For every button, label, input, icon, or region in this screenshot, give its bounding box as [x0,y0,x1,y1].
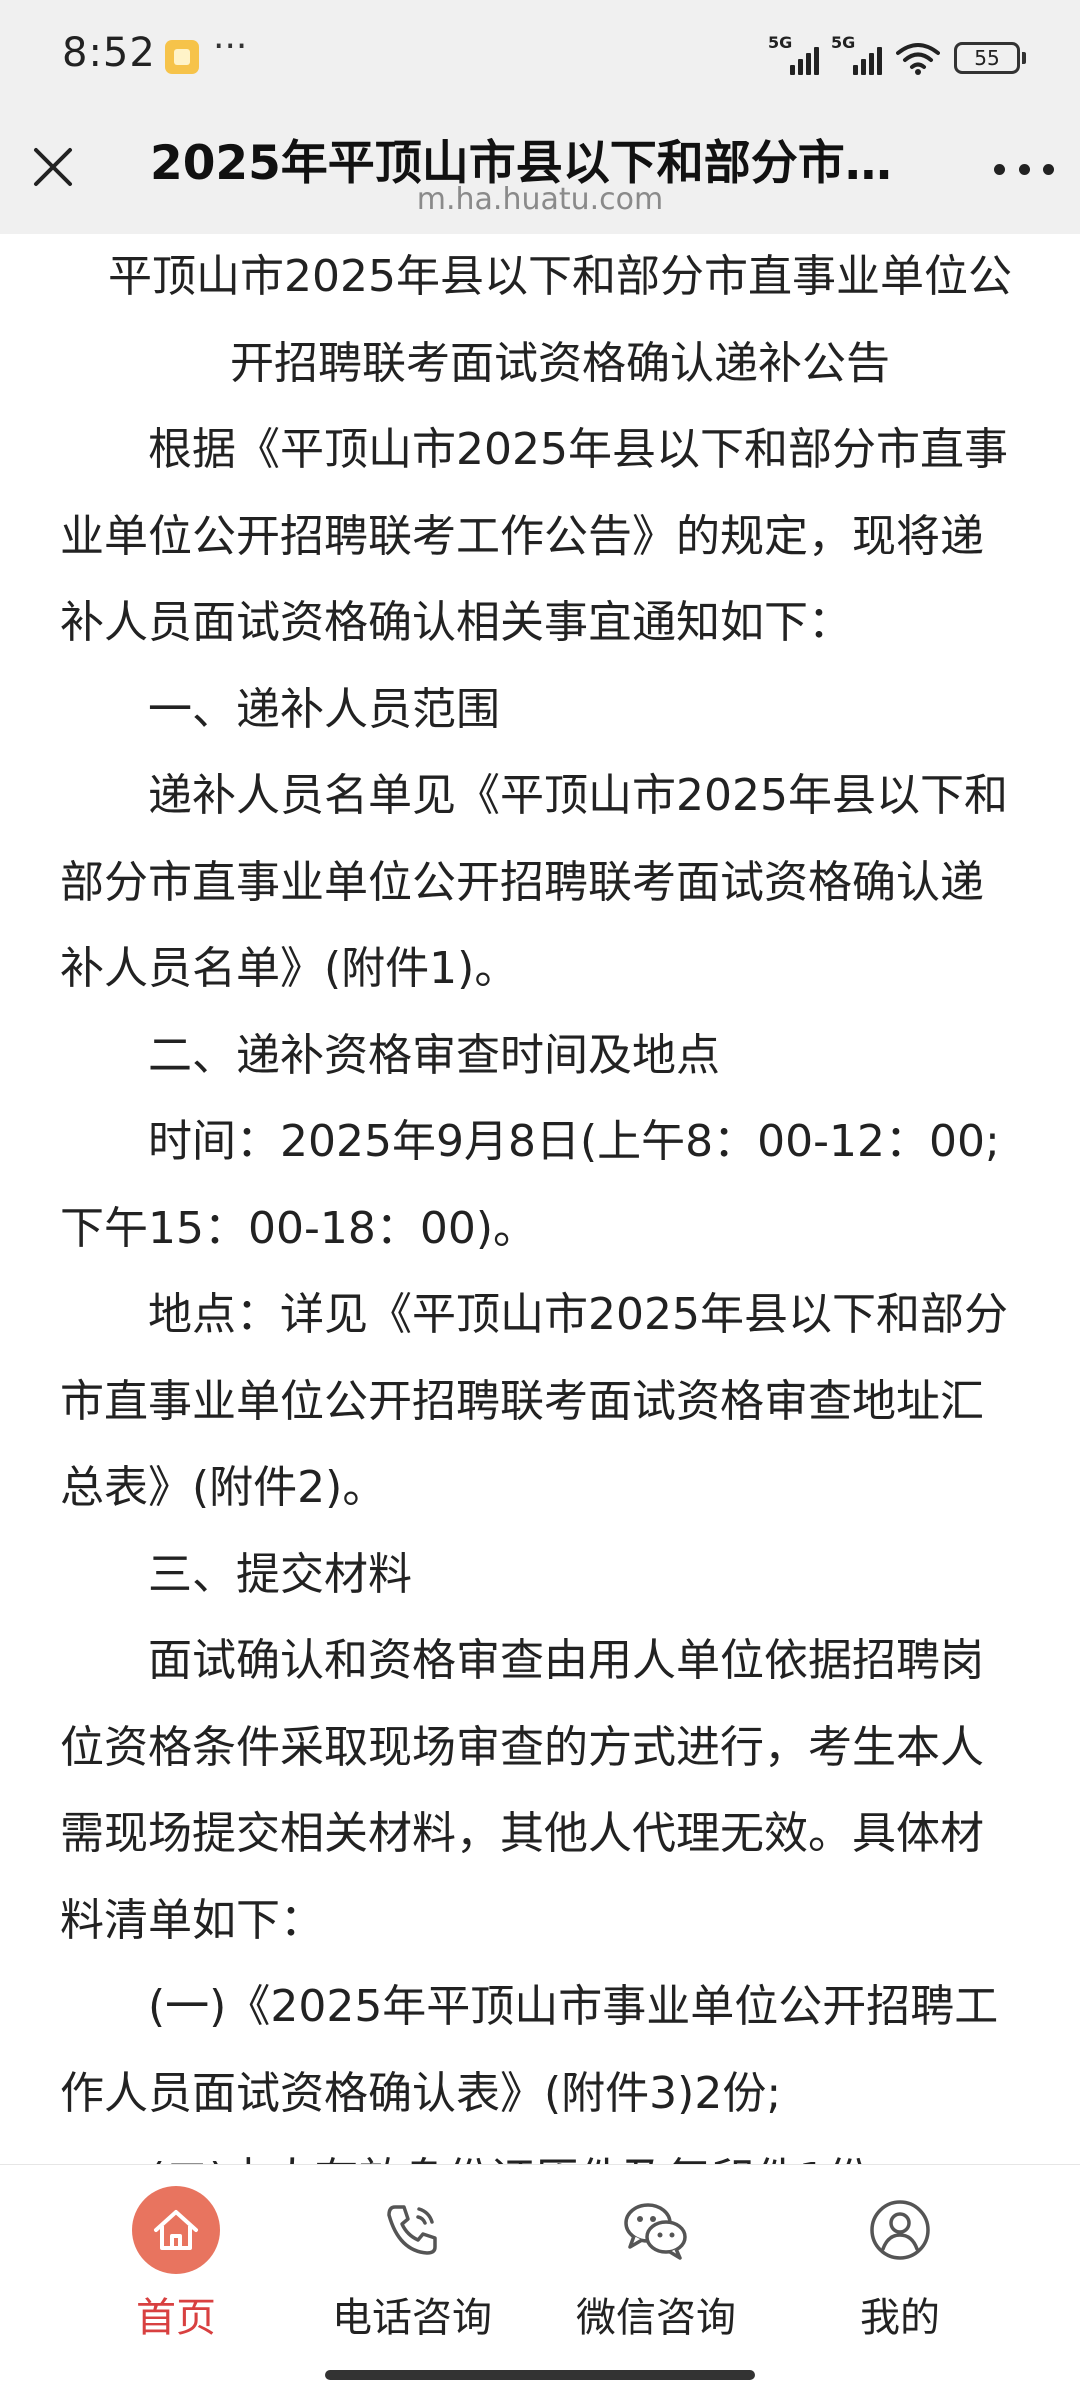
nav-label: 首页 [136,2295,216,2341]
list-item: (二)本人有效身份证原件及复印件1份; [60,2137,1020,2164]
user-icon [855,2185,945,2275]
nav-label: 我的 [860,2295,940,2341]
more-options-button[interactable] [994,154,1054,184]
section-heading: 三、提交材料 [148,1548,412,1600]
network-type-label: 5G [768,33,793,52]
article-intro: 根据《平顶山市2025年县以下和部分市直事业单位公开招聘联考工作公告》的规定，现… [60,424,1008,648]
gesture-area [0,2356,1080,2400]
dot-icon [994,163,1005,175]
nav-item-phone[interactable]: 电话咨询 [292,2165,532,2357]
wifi-icon [896,43,940,75]
nav-item-wechat[interactable]: 微信咨询 [536,2165,776,2357]
section-paragraph: 递补人员名单见《平顶山市2025年县以下和部分市直事业单位公开招聘联考面试资格确… [60,770,1008,994]
signal-icon: 5G [831,33,882,75]
nav-label: 电话咨询 [332,2295,492,2341]
dot-icon [1018,163,1030,175]
article-content[interactable]: 平顶山市2025年县以下和部分市直事业单位公 开招聘联考面试资格确认递补公告 根… [0,234,1080,2164]
section-heading: 二、递补资格审查时间及地点 [148,1029,720,1081]
bottom-navigation: 首页 电话咨询 微信咨询 我的 [0,2164,1080,2357]
battery-level: 55 [974,46,1000,70]
section-heading: 一、递补人员范围 [148,683,500,735]
status-indicators: 5G 5G 55 [768,33,1026,78]
nav-item-home[interactable]: 首页 [56,2165,296,2357]
network-type-label: 5G [831,33,856,52]
phone-icon [367,2185,457,2275]
section-paragraph: 地点：详见《平顶山市2025年县以下和部分市直事业单位公开招聘联考面试资格审查地… [60,1289,1008,1513]
status-time: 8:52 [62,30,156,76]
wechat-icon [611,2185,701,2275]
battery-icon: 55 [954,42,1026,74]
page-url: m.ha.huatu.com [416,182,664,217]
browser-title-bar: 2025年平顶山市县以下和部分市直... m.ha.huatu.com [0,118,1080,234]
article-title-line2: 开招聘联考面试资格确认递补公告 [230,337,890,389]
more-notifications-icon: ··· [213,26,248,67]
section-paragraph: 时间：2025年9月8日(上午8：00-12：00;下午15：00-18：00)… [60,1116,1000,1254]
list-item: (一)《2025年平顶山市事业单位公开招聘工作人员面试资格确认表》(附件3)2份… [60,1981,999,2119]
section-paragraph: 面试确认和资格审查由用人单位依据招聘岗位资格条件采取现场审查的方式进行，考生本人… [60,1635,984,1946]
status-bar: 8:52 ··· 5G 5G 55 [0,0,1080,118]
nav-item-profile[interactable]: 我的 [780,2165,1020,2357]
notification-app-icon [165,40,199,74]
nav-label: 微信咨询 [576,2295,736,2341]
article-body: 平顶山市2025年县以下和部分市直事业单位公 开招聘联考面试资格确认递补公告 根… [60,234,1020,2164]
signal-icon: 5G [768,33,819,75]
article-title-line1: 平顶山市2025年县以下和部分市直事业单位公 [108,251,1012,302]
home-gesture-bar[interactable] [325,2370,755,2380]
dot-icon [1043,163,1054,175]
home-icon [132,2186,220,2274]
